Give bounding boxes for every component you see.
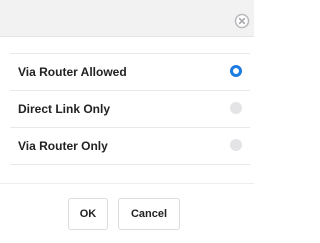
radio-unselected[interactable] (230, 139, 242, 151)
connection-options-list: Via Router Allowed Direct Link Only Via … (10, 53, 250, 165)
option-label: Via Router Allowed (18, 65, 127, 79)
option-label: Direct Link Only (18, 102, 111, 116)
cancel-button[interactable]: Cancel (118, 198, 180, 230)
dialog-titlebar (0, 0, 254, 37)
option-via-router-only[interactable]: Via Router Only (10, 128, 250, 165)
dialog-footer: OK Cancel (0, 183, 254, 243)
radio-selected[interactable] (230, 65, 242, 77)
radio-unselected[interactable] (230, 102, 242, 114)
option-via-router-allowed[interactable]: Via Router Allowed (10, 53, 250, 91)
close-button[interactable] (234, 13, 250, 29)
option-direct-link-only[interactable]: Direct Link Only (10, 91, 250, 128)
connection-mode-dialog: Via Router Allowed Direct Link Only Via … (0, 0, 254, 243)
ok-button[interactable]: OK (68, 198, 108, 230)
close-circle-icon (234, 13, 250, 29)
option-label: Via Router Only (18, 139, 108, 153)
